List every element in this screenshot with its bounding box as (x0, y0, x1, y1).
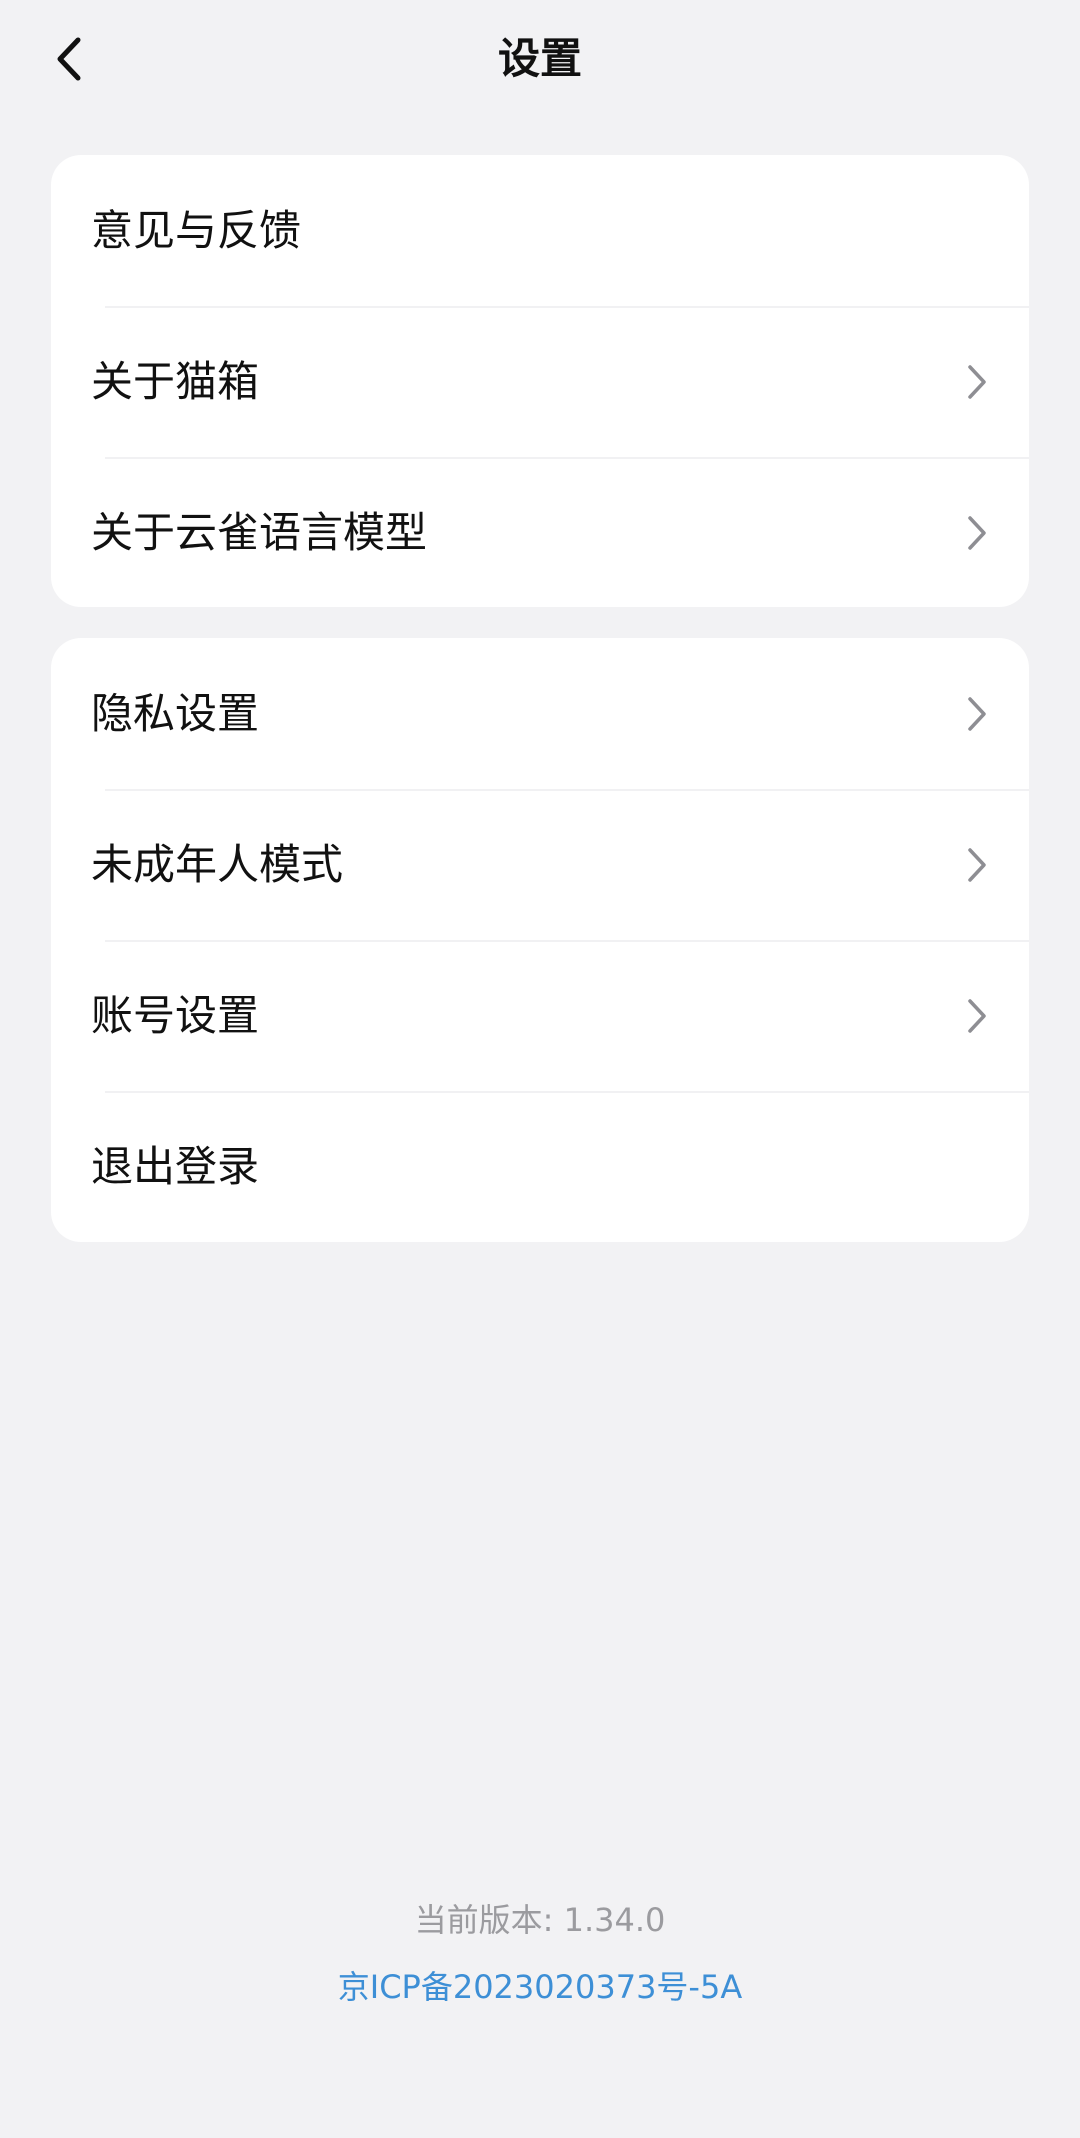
chevron-right-icon (968, 998, 986, 1033)
account-settings-row[interactable]: 账号设置 (51, 940, 1029, 1091)
logout-label: 退出登录 (91, 1141, 260, 1191)
minor-mode-label: 未成年人模式 (91, 839, 344, 889)
account-settings-label: 账号设置 (91, 990, 260, 1040)
version-text: 当前版本: 1.34.0 (414, 1901, 666, 1939)
page-title: 设置 (497, 34, 582, 83)
privacy-settings-row[interactable]: 隐私设置 (51, 638, 1029, 789)
about-model-row[interactable]: 关于云雀语言模型 (51, 457, 1029, 607)
chevron-right-icon (968, 364, 986, 399)
about-app-label: 关于猫箱 (91, 356, 260, 406)
chevron-right-icon (968, 515, 986, 550)
chevron-right-icon (968, 847, 986, 882)
icp-link[interactable]: 京ICP备2023020373号-5A (0, 1965, 1080, 2009)
about-model-label: 关于云雀语言模型 (91, 507, 428, 557)
privacy-settings-label: 隐私设置 (91, 688, 260, 738)
settings-group-account: 隐私设置 未成年人模式 账号设置 退出登录 (51, 638, 1029, 1242)
feedback-row[interactable]: 意见与反馈 (51, 155, 1029, 306)
nav-bar: 设置 (0, 0, 1080, 120)
chevron-right-icon (968, 696, 986, 731)
about-app-row[interactable]: 关于猫箱 (51, 306, 1029, 457)
logout-row[interactable]: 退出登录 (51, 1091, 1029, 1242)
minor-mode-row[interactable]: 未成年人模式 (51, 789, 1029, 940)
feedback-label: 意见与反馈 (91, 205, 302, 255)
settings-group-general: 意见与反馈 关于猫箱 关于云雀语言模型 (51, 155, 1029, 607)
